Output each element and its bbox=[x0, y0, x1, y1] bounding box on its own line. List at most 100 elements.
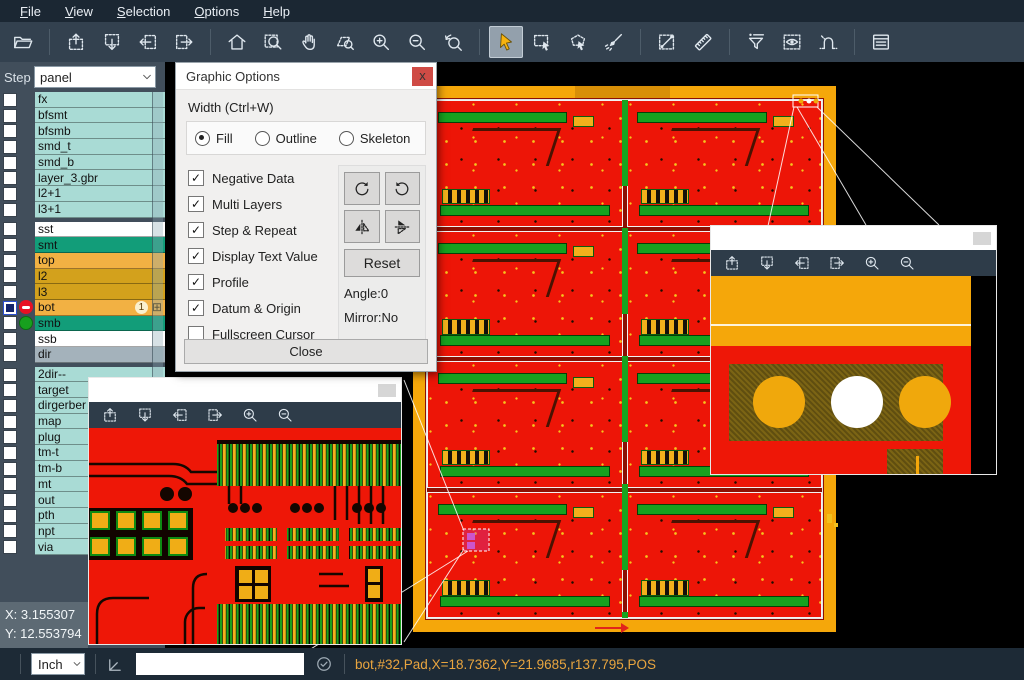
open-file-button[interactable] bbox=[6, 26, 40, 58]
radio-button[interactable] bbox=[255, 131, 270, 146]
magnifier-window-2[interactable] bbox=[710, 225, 997, 475]
pcb-board[interactable] bbox=[427, 492, 623, 619]
layer-name-cell[interactable]: smt bbox=[35, 237, 165, 253]
radio-button[interactable] bbox=[339, 131, 354, 146]
layer-visibility-checkbox[interactable] bbox=[3, 238, 17, 252]
radio-button[interactable] bbox=[195, 131, 210, 146]
menu-item-selection[interactable]: Selection bbox=[105, 2, 182, 21]
import-top-button[interactable] bbox=[59, 26, 93, 58]
width-option-fill[interactable]: Fill bbox=[195, 131, 233, 146]
pcb-board[interactable] bbox=[627, 492, 823, 619]
window-button[interactable] bbox=[973, 232, 991, 245]
window-button[interactable] bbox=[378, 384, 396, 397]
layer-row-smt[interactable]: smt bbox=[0, 237, 165, 253]
magnifier2-titlebar[interactable] bbox=[711, 226, 996, 250]
layer-row-top[interactable]: top bbox=[0, 253, 165, 269]
layer-visibility-checkbox[interactable] bbox=[3, 254, 17, 268]
pcb-board[interactable] bbox=[627, 100, 823, 227]
mirror-vertical-button[interactable] bbox=[344, 210, 380, 243]
select-tool-button[interactable] bbox=[489, 26, 523, 58]
sync-check-icon[interactable] bbox=[314, 654, 334, 674]
pan-down-button[interactable] bbox=[133, 404, 157, 426]
pcb-board[interactable] bbox=[427, 100, 623, 227]
option-multi-layers[interactable]: ✓Multi Layers bbox=[188, 191, 338, 217]
inspect-button[interactable] bbox=[775, 26, 809, 58]
magnifier-window-1[interactable] bbox=[88, 377, 402, 645]
layer-row-sst[interactable]: sst bbox=[0, 222, 165, 238]
checkbox[interactable]: ✓ bbox=[188, 170, 204, 186]
rotate-cw-button[interactable] bbox=[344, 172, 380, 205]
zoom-out-button[interactable] bbox=[400, 26, 434, 58]
layer-visibility-checkbox[interactable] bbox=[3, 203, 17, 217]
layer-name-cell[interactable]: l2 bbox=[35, 269, 165, 285]
layer-row-bot[interactable]: bot1⊞ bbox=[0, 300, 165, 316]
layer-row-bfsmt[interactable]: bfsmt bbox=[0, 108, 165, 124]
import-right-button[interactable] bbox=[167, 26, 201, 58]
pan-up-button[interactable] bbox=[720, 252, 744, 274]
layer-row-smd_b[interactable]: smd_b bbox=[0, 155, 165, 171]
layer-row-smb[interactable]: smb bbox=[0, 316, 165, 332]
checkbox[interactable]: ✓ bbox=[188, 196, 204, 212]
menu-item-file[interactable]: File bbox=[8, 2, 53, 21]
layer-visibility-checkbox[interactable] bbox=[3, 93, 17, 107]
layer-visibility-checkbox[interactable] bbox=[3, 368, 17, 382]
clean-button[interactable] bbox=[597, 26, 631, 58]
dialog-close-button[interactable]: x bbox=[412, 67, 433, 86]
pan-right-button[interactable] bbox=[825, 252, 849, 274]
layer-name-cell[interactable]: dir bbox=[35, 347, 165, 363]
option-datum-origin[interactable]: ✓Datum & Origin bbox=[188, 295, 338, 321]
import-left-button[interactable] bbox=[131, 26, 165, 58]
layer-visibility-checkbox[interactable] bbox=[3, 430, 17, 444]
layer-visibility-checkbox[interactable] bbox=[3, 316, 17, 330]
layer-row-bfsmb[interactable]: bfsmb bbox=[0, 123, 165, 139]
layer-name-cell[interactable]: sst bbox=[35, 222, 165, 238]
layer-row-smd_t[interactable]: smd_t bbox=[0, 139, 165, 155]
import-bottom-button[interactable] bbox=[95, 26, 129, 58]
measure-button[interactable] bbox=[650, 26, 684, 58]
zoom-previous-button[interactable] bbox=[436, 26, 470, 58]
pan-left-button[interactable] bbox=[790, 252, 814, 274]
layer-name-cell[interactable]: bfsmb bbox=[35, 123, 165, 139]
layer-name-cell[interactable]: l3 bbox=[35, 284, 165, 300]
menu-item-help[interactable]: Help bbox=[251, 2, 302, 21]
magnifier2-view[interactable] bbox=[711, 276, 996, 474]
option-step-repeat[interactable]: ✓Step & Repeat bbox=[188, 217, 338, 243]
layer-visibility-checkbox[interactable] bbox=[3, 415, 17, 429]
layer-name-cell[interactable]: layer_3.gbr bbox=[35, 170, 165, 186]
layer-visibility-checkbox[interactable] bbox=[3, 187, 17, 201]
layer-visibility-checkbox[interactable] bbox=[3, 477, 17, 491]
layer-visibility-checkbox[interactable] bbox=[3, 399, 17, 413]
checkbox[interactable]: ✓ bbox=[188, 248, 204, 264]
select-rect-button[interactable] bbox=[525, 26, 559, 58]
filter-button[interactable] bbox=[739, 26, 773, 58]
layer-visibility-checkbox[interactable] bbox=[3, 301, 17, 315]
layer-visibility-checkbox[interactable] bbox=[3, 156, 17, 170]
layer-name-cell[interactable]: smd_t bbox=[35, 139, 165, 155]
layer-visibility-checkbox[interactable] bbox=[3, 222, 17, 236]
command-input[interactable] bbox=[136, 653, 304, 675]
option-profile[interactable]: ✓Profile bbox=[188, 269, 338, 295]
magnifier1-view[interactable] bbox=[89, 428, 401, 644]
graphic-options-dialog[interactable]: Graphic Options x Width (Ctrl+W) FillOut… bbox=[175, 62, 437, 372]
step-select[interactable]: panel bbox=[34, 66, 156, 88]
layer-name-cell[interactable]: l2+1 bbox=[35, 186, 165, 202]
dialog-titlebar[interactable]: Graphic Options x bbox=[176, 63, 436, 90]
layer-visibility-checkbox[interactable] bbox=[3, 124, 17, 138]
layer-visibility-checkbox[interactable] bbox=[3, 285, 17, 299]
layer-row-ssb[interactable]: ssb bbox=[0, 331, 165, 347]
menu-item-options[interactable]: Options bbox=[182, 2, 251, 21]
rotate-ccw-button[interactable] bbox=[385, 172, 421, 205]
layer-visibility-checkbox[interactable] bbox=[3, 524, 17, 538]
layer-name-cell[interactable]: ssb bbox=[35, 331, 165, 347]
layer-visibility-checkbox[interactable] bbox=[3, 509, 17, 523]
layer-name-cell[interactable]: fx bbox=[35, 92, 165, 108]
layer-visibility-checkbox[interactable] bbox=[3, 383, 17, 397]
zoom-polygon-button[interactable] bbox=[328, 26, 362, 58]
zoom-window-button[interactable] bbox=[256, 26, 290, 58]
layer-visibility-checkbox[interactable] bbox=[3, 140, 17, 154]
zoom-out-button[interactable] bbox=[273, 404, 297, 426]
layer-visibility-checkbox[interactable] bbox=[3, 171, 17, 185]
home-view-button[interactable] bbox=[220, 26, 254, 58]
zoom-in-button[interactable] bbox=[238, 404, 262, 426]
layer-visibility-checkbox[interactable] bbox=[3, 348, 17, 362]
